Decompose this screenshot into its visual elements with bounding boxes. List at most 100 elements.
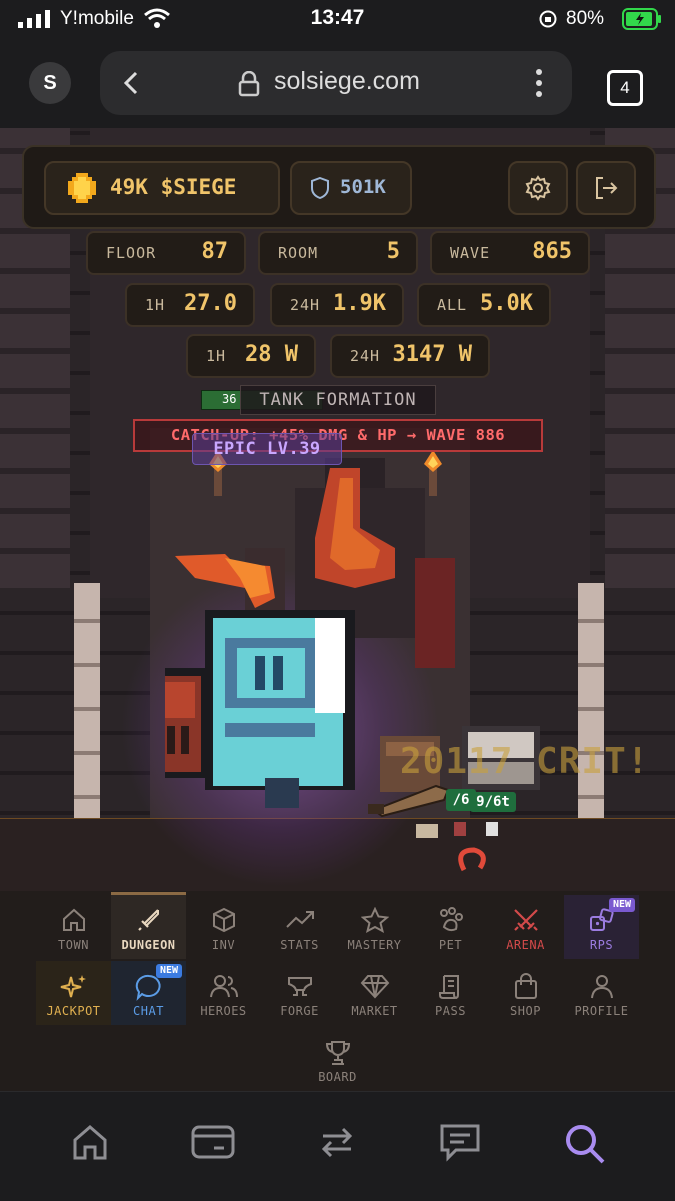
- swap-button[interactable]: [307, 1122, 367, 1172]
- message-icon: [440, 1124, 480, 1162]
- dungeon-scene[interactable]: 20117 CRIT! /6 9/6t 49K $SIEGE 501K FLOO…: [0, 128, 675, 891]
- earnings-all-label: ALL: [437, 296, 468, 314]
- earnings-all: ALL 5.0K: [417, 283, 551, 327]
- status-effect-icons: [416, 822, 498, 872]
- bag-icon: [514, 973, 537, 999]
- nav-inv[interactable]: INV: [186, 895, 261, 959]
- earnings-24h: 24H 1.9K: [270, 283, 404, 327]
- nav-jackpot[interactable]: JACKPOT: [36, 961, 111, 1025]
- new-badge: NEW: [155, 964, 182, 978]
- waves-1h-label: 1H: [206, 347, 227, 365]
- nav-pass[interactable]: PASS: [413, 961, 488, 1025]
- nav-town[interactable]: TOWN: [36, 895, 111, 959]
- siege-balance[interactable]: 49K $SIEGE: [44, 161, 280, 215]
- url-text: solsiege.com: [274, 67, 420, 95]
- nav-town-label: TOWN: [58, 938, 89, 952]
- earnings-24h-value: 1.9K: [333, 291, 386, 316]
- wave-stat: WAVE 865: [430, 231, 590, 275]
- waves-24h: 24H 3147 W: [330, 334, 490, 378]
- nav-inv-label: INV: [211, 938, 236, 952]
- messages-button[interactable]: [430, 1122, 490, 1172]
- rotation-lock-icon: [539, 10, 557, 28]
- nav-pet[interactable]: PET: [413, 895, 488, 959]
- logout-icon: [596, 177, 618, 199]
- crit-damage-text: 20117 CRIT!: [400, 741, 650, 782]
- browser-bottom-bar: [0, 1091, 675, 1201]
- wallet-button[interactable]: [183, 1122, 243, 1172]
- nav-pass-label: PASS: [435, 1004, 466, 1018]
- back-icon[interactable]: [118, 69, 146, 97]
- sparkle-icon: [60, 975, 86, 998]
- user-icon: [590, 975, 613, 999]
- box-icon: [212, 907, 235, 933]
- floor-stat: FLOOR 87: [86, 231, 246, 275]
- hud-top-bar: 49K $SIEGE 501K: [22, 145, 656, 229]
- search-button[interactable]: [555, 1122, 615, 1172]
- star-icon: [360, 907, 389, 933]
- room-value: 5: [386, 239, 400, 264]
- game-nav: TOWN DUNGEON INV STATS MASTERY PET ARENA…: [0, 891, 675, 1091]
- address-bar[interactable]: solsiege.com: [100, 51, 572, 115]
- shield-icon: [311, 177, 329, 199]
- siege-balance-label: 49K $SIEGE: [110, 175, 237, 199]
- crossed-swords-icon: [513, 909, 538, 931]
- home-button[interactable]: [60, 1122, 120, 1172]
- nav-pet-label: PET: [438, 938, 463, 952]
- new-badge: NEW: [608, 898, 635, 912]
- power-display[interactable]: 501K: [290, 161, 412, 215]
- more-menu-icon[interactable]: [534, 67, 544, 99]
- trophy-icon: [325, 1041, 350, 1065]
- house-icon: [62, 908, 85, 931]
- waves-1h: 1H 28 W: [186, 334, 316, 378]
- nav-shop-label: SHOP: [510, 1004, 541, 1018]
- floor-label: FLOOR: [106, 244, 157, 262]
- nav-dungeon[interactable]: DUNGEON: [111, 892, 186, 959]
- nav-chat-label: CHAT: [133, 1004, 164, 1018]
- profile-avatar[interactable]: S: [29, 62, 71, 104]
- nav-market[interactable]: MARKET: [337, 961, 412, 1025]
- earnings-1h-value: 27.0: [184, 291, 237, 316]
- formation-label: TANK FORMATION: [240, 385, 436, 415]
- battery-percent: 80%: [566, 8, 605, 29]
- status-bar: Y!mobile 13:47 80%: [0, 0, 675, 40]
- coin-icon: [68, 173, 96, 203]
- nav-heroes-label: HEROES: [200, 1004, 247, 1018]
- trend-icon: [285, 911, 314, 928]
- nav-mastery[interactable]: MASTERY: [337, 895, 412, 959]
- waves-1h-value: 28 W: [245, 342, 298, 367]
- nav-heroes[interactable]: HEROES: [186, 961, 261, 1025]
- nav-board[interactable]: BOARD: [300, 1027, 375, 1091]
- nav-forge-label: FORGE: [280, 1004, 319, 1018]
- wooden-sword-icon: [368, 784, 450, 818]
- nav-arena[interactable]: ARENA: [488, 895, 563, 959]
- nav-stats-label: STATS: [280, 938, 319, 952]
- settings-button[interactable]: [508, 161, 568, 215]
- wave-label: WAVE: [450, 244, 491, 262]
- knight-hero-sprite[interactable]: [165, 548, 365, 818]
- enemy-hp-badge: 9/6t: [470, 792, 516, 812]
- lock-icon: [238, 71, 260, 97]
- rarity-level-badge: EPIC LV.39: [192, 433, 342, 465]
- tab-count-button[interactable]: 4: [607, 70, 643, 106]
- earnings-24h-label: 24H: [290, 296, 321, 314]
- wallet-icon: [191, 1125, 235, 1159]
- nav-profile[interactable]: PROFILE: [564, 961, 639, 1025]
- nav-forge[interactable]: FORGE: [262, 961, 337, 1025]
- nav-chat[interactable]: NEW CHAT: [111, 961, 186, 1025]
- floor-value: 87: [201, 239, 229, 264]
- nav-dungeon-label: DUNGEON: [121, 938, 176, 952]
- logout-button[interactable]: [576, 161, 636, 215]
- waves-24h-label: 24H: [350, 347, 381, 365]
- scroll-icon: [438, 975, 459, 999]
- wave-value: 865: [532, 239, 572, 264]
- earnings-1h: 1H 27.0: [125, 283, 255, 327]
- nav-rps[interactable]: NEW RPS: [564, 895, 639, 959]
- room-label: ROOM: [278, 244, 319, 262]
- sword-icon: [137, 909, 159, 931]
- nav-shop[interactable]: SHOP: [488, 961, 563, 1025]
- nav-mastery-label: MASTERY: [347, 938, 402, 952]
- nav-profile-label: PROFILE: [574, 1004, 629, 1018]
- battery-icon: [622, 8, 661, 30]
- nav-stats[interactable]: STATS: [262, 895, 337, 959]
- earnings-1h-label: 1H: [145, 296, 166, 314]
